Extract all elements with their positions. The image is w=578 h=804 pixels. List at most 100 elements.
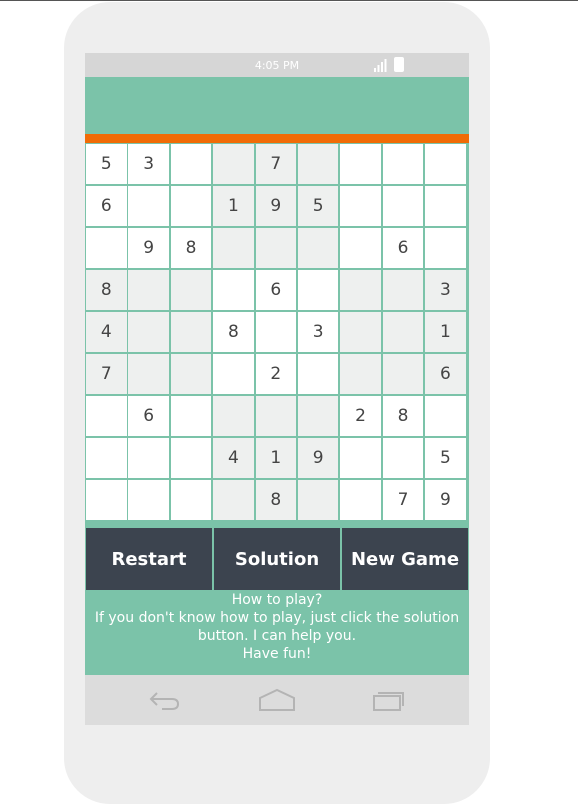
sudoku-cell[interactable] [382, 354, 424, 394]
sudoku-cell[interactable] [297, 480, 339, 520]
sudoku-cell[interactable] [170, 144, 212, 184]
status-time: 4:05 PM [254, 59, 300, 72]
sudoku-cell[interactable]: 1 [255, 438, 297, 478]
sudoku-cell[interactable] [128, 354, 169, 394]
sudoku-cell[interactable] [297, 396, 339, 436]
sudoku-cell[interactable] [340, 312, 381, 352]
sudoku-cell[interactable] [86, 438, 127, 478]
battery-icon [394, 57, 404, 72]
sudoku-cell[interactable] [128, 186, 169, 226]
back-icon[interactable] [148, 688, 182, 712]
sudoku-cell[interactable] [128, 312, 169, 352]
sudoku-cell[interactable] [86, 480, 127, 520]
sudoku-cell[interactable]: 8 [382, 396, 424, 436]
sudoku-cell[interactable] [297, 354, 339, 394]
sudoku-cell[interactable] [170, 438, 212, 478]
sudoku-cell[interactable]: 3 [297, 312, 339, 352]
sudoku-cell[interactable] [213, 228, 254, 268]
sudoku-cell[interactable]: 8 [170, 228, 212, 268]
sudoku-cell[interactable]: 5 [297, 186, 339, 226]
solution-button[interactable]: Solution [214, 528, 340, 590]
help-title: How to play? [231, 592, 323, 608]
sudoku-board: 537619598686348317266284195879 [86, 144, 468, 522]
sudoku-cell[interactable]: 7 [255, 144, 297, 184]
home-icon[interactable] [258, 688, 296, 712]
sudoku-cell[interactable] [170, 270, 212, 310]
phone-screen: 4:05 PM 537619598686348317266284195879 R… [85, 53, 469, 725]
sudoku-cell[interactable] [128, 438, 169, 478]
sudoku-cell[interactable] [255, 228, 297, 268]
sudoku-cell[interactable] [170, 186, 212, 226]
sudoku-cell[interactable]: 6 [128, 396, 169, 436]
sudoku-cell[interactable] [382, 312, 424, 352]
sudoku-cell[interactable]: 5 [86, 144, 127, 184]
sudoku-cell[interactable]: 8 [255, 480, 297, 520]
sudoku-cell[interactable] [425, 144, 466, 184]
sudoku-cell[interactable] [297, 270, 339, 310]
accent-bar [85, 134, 469, 143]
sudoku-cell[interactable]: 6 [255, 270, 297, 310]
sudoku-cell[interactable]: 4 [213, 438, 254, 478]
sudoku-cell[interactable] [340, 438, 381, 478]
sudoku-cell[interactable]: 3 [425, 270, 466, 310]
button-bar: Restart Solution New Game [85, 528, 469, 590]
new-game-button[interactable]: New Game [342, 528, 468, 590]
sudoku-cell[interactable]: 9 [255, 186, 297, 226]
sudoku-cell[interactable] [425, 396, 466, 436]
signal-icon [374, 59, 387, 72]
recents-icon[interactable] [372, 688, 406, 712]
sudoku-cell[interactable] [340, 186, 381, 226]
restart-button[interactable]: Restart [86, 528, 212, 590]
top-border [0, 0, 578, 1]
sudoku-cell[interactable] [425, 186, 466, 226]
sudoku-cell[interactable] [86, 396, 127, 436]
sudoku-cell[interactable] [170, 354, 212, 394]
sudoku-cell[interactable]: 9 [128, 228, 169, 268]
sudoku-cell[interactable] [213, 354, 254, 394]
sudoku-cell[interactable]: 6 [425, 354, 466, 394]
sudoku-cell[interactable]: 2 [255, 354, 297, 394]
sudoku-cell[interactable] [255, 312, 297, 352]
sudoku-cell[interactable]: 4 [86, 312, 127, 352]
sudoku-cell[interactable] [340, 144, 381, 184]
sudoku-cell[interactable] [170, 480, 212, 520]
sudoku-cell[interactable] [425, 228, 466, 268]
sudoku-cell[interactable] [340, 228, 381, 268]
sudoku-cell[interactable]: 8 [213, 312, 254, 352]
sudoku-cell[interactable]: 7 [382, 480, 424, 520]
sudoku-cell[interactable] [340, 480, 381, 520]
sudoku-cell[interactable]: 9 [297, 438, 339, 478]
sudoku-cell[interactable]: 9 [425, 480, 466, 520]
sudoku-cell[interactable] [382, 144, 424, 184]
sudoku-cell[interactable] [128, 480, 169, 520]
sudoku-cell[interactable]: 6 [86, 186, 127, 226]
sudoku-cell[interactable]: 5 [425, 438, 466, 478]
sudoku-cell[interactable] [382, 438, 424, 478]
sudoku-cell[interactable]: 6 [382, 228, 424, 268]
sudoku-cell[interactable] [340, 354, 381, 394]
sudoku-cell[interactable] [297, 144, 339, 184]
sudoku-cell[interactable] [128, 270, 169, 310]
help-body: If you don't know how to play, just clic… [94, 610, 460, 644]
help-panel: How to play? If you don't know how to pl… [85, 590, 469, 676]
sudoku-cell[interactable]: 8 [86, 270, 127, 310]
sudoku-cell[interactable] [213, 480, 254, 520]
help-footer: Have fun! [242, 646, 312, 662]
sudoku-cell[interactable] [382, 270, 424, 310]
sudoku-cell[interactable] [255, 396, 297, 436]
sudoku-cell[interactable] [213, 270, 254, 310]
sudoku-cell[interactable] [297, 228, 339, 268]
sudoku-cell[interactable]: 1 [425, 312, 466, 352]
sudoku-cell[interactable] [86, 228, 127, 268]
sudoku-cell[interactable]: 3 [128, 144, 169, 184]
sudoku-cell[interactable] [213, 396, 254, 436]
sudoku-cell[interactable] [340, 270, 381, 310]
sudoku-cell[interactable] [213, 144, 254, 184]
sudoku-cell[interactable] [170, 396, 212, 436]
sudoku-cell[interactable]: 7 [86, 354, 127, 394]
sudoku-cell[interactable]: 1 [213, 186, 254, 226]
sudoku-cell[interactable]: 2 [340, 396, 381, 436]
sudoku-cell[interactable] [170, 312, 212, 352]
board-container: 537619598686348317266284195879 [85, 143, 469, 528]
sudoku-cell[interactable] [382, 186, 424, 226]
